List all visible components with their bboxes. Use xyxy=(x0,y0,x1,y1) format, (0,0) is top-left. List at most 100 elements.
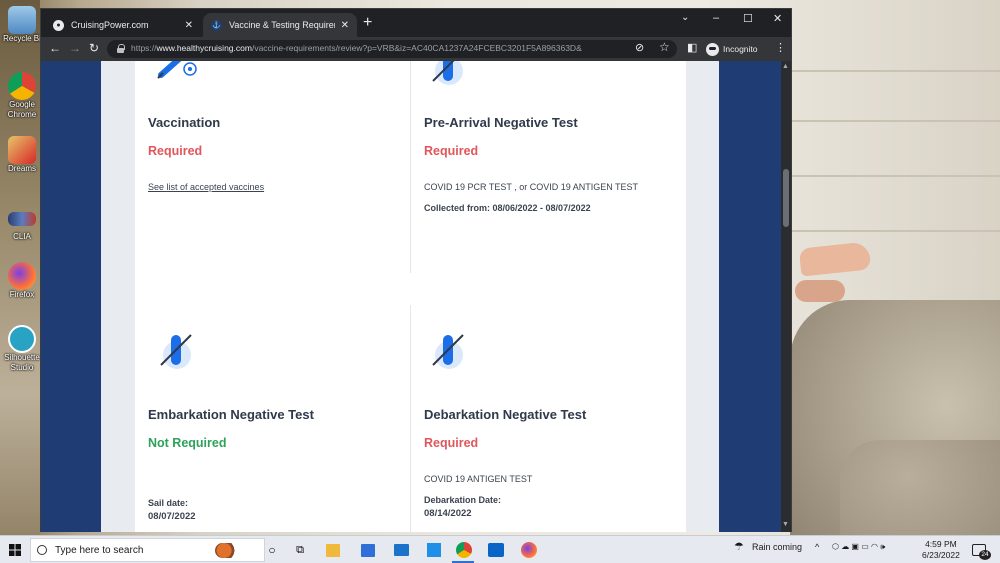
taskbar-search-box[interactable]: Type here to search xyxy=(30,538,265,562)
collection-window: Collected from: 08/06/2022 - 08/07/2022 xyxy=(424,203,591,213)
tab-vaccine-requirements[interactable]: ⚓ Vaccine & Testing Requirements ✕ xyxy=(203,13,357,37)
wall-plank xyxy=(790,70,1000,72)
desktop-icon-label: CLIA xyxy=(13,232,31,241)
desktop-icon-label: Google Chrome xyxy=(7,100,37,119)
show-hidden-icons-chevron-icon[interactable]: ^ xyxy=(815,542,819,552)
browser-window: ● CruisingPower.com ✕ ⚓ Vaccine & Testin… xyxy=(40,8,792,532)
silhouette-studio-icon xyxy=(8,325,36,353)
debarkation-date-value: 08/14/2022 xyxy=(424,508,472,519)
search-icon xyxy=(37,545,47,555)
tab-strip: ● CruisingPower.com ✕ ⚓ Vaccine & Testin… xyxy=(41,9,791,37)
taskbar-clock[interactable]: 4:59 PM 6/23/2022 xyxy=(922,539,960,561)
clia-icon xyxy=(8,212,36,226)
wall-plank xyxy=(790,230,1000,232)
url-domain: www.healthycruising.com xyxy=(156,43,252,53)
minimize-button[interactable]: – xyxy=(713,12,719,24)
card-title: Debarkation Negative Test xyxy=(424,407,587,422)
child-hand xyxy=(798,241,872,277)
tab-title: CruisingPower.com xyxy=(71,20,149,30)
close-tab-icon[interactable]: ✕ xyxy=(341,20,349,31)
close-window-button[interactable]: ✕ xyxy=(773,12,782,25)
file-explorer-icon[interactable] xyxy=(326,544,340,557)
card-title: Pre-Arrival Negative Test xyxy=(424,115,578,130)
outlook-icon[interactable] xyxy=(488,543,504,557)
accepted-tests-text: COVID 19 PCR TEST , or COVID 19 ANTIGEN … xyxy=(424,182,639,192)
scroll-down-arrow-icon[interactable]: ▼ xyxy=(782,521,789,528)
url-scheme: https:// xyxy=(131,43,157,53)
tab-search-button[interactable]: ⌄ xyxy=(681,12,689,23)
cortana-icon[interactable]: ○ xyxy=(266,541,278,559)
back-arrow-icon[interactable]: ← xyxy=(49,41,61,55)
page-side-left xyxy=(41,61,101,532)
url-text[interactable]: https://www.healthycruising.com/vaccine-… xyxy=(131,43,601,53)
desktop-icon-chrome[interactable]: Google Chrome xyxy=(2,72,42,120)
maximize-button[interactable]: ☐ xyxy=(743,12,753,25)
ship-icon: ⚓ xyxy=(211,19,222,31)
lock-icon xyxy=(117,44,125,53)
scroll-up-arrow-icon[interactable]: ▲ xyxy=(782,63,789,70)
tracking-eye-icon[interactable]: ⊘ xyxy=(635,41,644,54)
requirements-panel: Vaccination Required See list of accepte… xyxy=(135,61,686,532)
windows-start-icon[interactable] xyxy=(8,541,22,559)
forward-arrow-icon[interactable]: → xyxy=(69,41,81,55)
chrome-icon xyxy=(8,72,36,100)
incognito-indicator[interactable]: Incognito xyxy=(703,40,764,58)
desktop-icon-clia[interactable]: CLIA xyxy=(2,206,42,242)
bookmark-star-icon[interactable]: ☆ xyxy=(659,40,670,54)
desktop-icon-dreams[interactable]: Dreams xyxy=(2,136,42,174)
browser-toolbar: ← → ↻ https://www.healthycruising.com/va… xyxy=(41,37,791,61)
close-tab-icon[interactable]: ✕ xyxy=(185,20,193,31)
card-title: Vaccination xyxy=(148,115,221,130)
incognito-icon xyxy=(706,42,719,56)
desktop-icon-label: Silhouette Studio xyxy=(4,353,40,372)
desktop-icon-recycle-bin[interactable]: Recycle Bi xyxy=(2,6,42,44)
weather-umbrella-icon[interactable]: ☂ xyxy=(734,540,744,553)
sail-date-value: 08/07/2022 xyxy=(148,511,196,522)
test-tube-icon xyxy=(432,61,463,85)
new-tab-button[interactable]: + xyxy=(363,14,372,32)
clock-date: 6/23/2022 xyxy=(922,550,960,560)
card-vaccination: Vaccination Required See list of accepte… xyxy=(148,115,408,192)
chrome-taskbar-icon[interactable] xyxy=(456,542,472,558)
card-pre-arrival-test: Pre-Arrival Negative Test Required COVID… xyxy=(424,115,684,213)
syringe-icon xyxy=(157,61,197,79)
store-icon[interactable] xyxy=(361,544,375,557)
firefox-taskbar-icon[interactable] xyxy=(521,542,537,558)
page-side-right xyxy=(719,61,781,532)
scrollbar-thumb[interactable] xyxy=(783,169,789,227)
firefox-icon xyxy=(8,262,36,290)
wall-plank xyxy=(790,120,1000,122)
desktop-icon-label: Dreams xyxy=(7,164,36,173)
status-not-required: Not Required xyxy=(148,436,227,450)
status-required: Required xyxy=(424,436,479,450)
child-arm xyxy=(795,280,845,302)
reload-icon[interactable]: ↻ xyxy=(89,41,99,55)
incognito-label: Incognito xyxy=(723,44,758,54)
card-embarkation-test: Embarkation Negative Test Not Required S… xyxy=(148,407,408,522)
search-highlight-icon xyxy=(215,543,241,558)
tray-app-icons[interactable]: ⬡ ☁ ▣ ▭ ◠ 🕪 xyxy=(832,542,885,552)
recycle-bin-icon xyxy=(8,6,36,34)
accepted-vaccines-link[interactable]: See list of accepted vaccines xyxy=(148,182,408,192)
clock-time: 4:59 PM xyxy=(925,539,957,549)
mail-icon[interactable] xyxy=(394,544,409,556)
desktop-icon-label: Firefox xyxy=(9,290,35,299)
sail-date-label: Sail date: xyxy=(148,498,189,508)
address-bar[interactable]: https://www.healthycruising.com/vaccine-… xyxy=(107,40,677,58)
page-scrollbar[interactable]: ▲ ▼ xyxy=(781,61,791,532)
task-view-icon[interactable]: ⧉ xyxy=(294,541,306,559)
notification-center-icon[interactable]: 24 xyxy=(972,544,991,560)
desktop-icon-firefox[interactable]: Firefox xyxy=(2,262,42,300)
side-panel-icon[interactable]: ◧ xyxy=(687,41,697,54)
weather-text[interactable]: Rain coming xyxy=(752,542,802,552)
debarkation-date-label: Debarkation Date: xyxy=(424,495,502,505)
dreams-icon xyxy=(8,136,36,164)
card-debarkation-test: Debarkation Negative Test Required COVID… xyxy=(424,407,684,519)
desktop-icon-silhouette-studio[interactable]: Silhouette Studio xyxy=(2,325,42,373)
test-tube-icon xyxy=(160,334,192,369)
tab-cruisingpower[interactable]: ● CruisingPower.com ✕ xyxy=(45,13,201,37)
tab-title: Vaccine & Testing Requirements xyxy=(229,20,335,30)
notification-count-badge: 24 xyxy=(979,550,991,560)
photos-icon[interactable] xyxy=(427,543,441,557)
menu-kebab-icon[interactable]: ⋮ xyxy=(775,41,786,54)
